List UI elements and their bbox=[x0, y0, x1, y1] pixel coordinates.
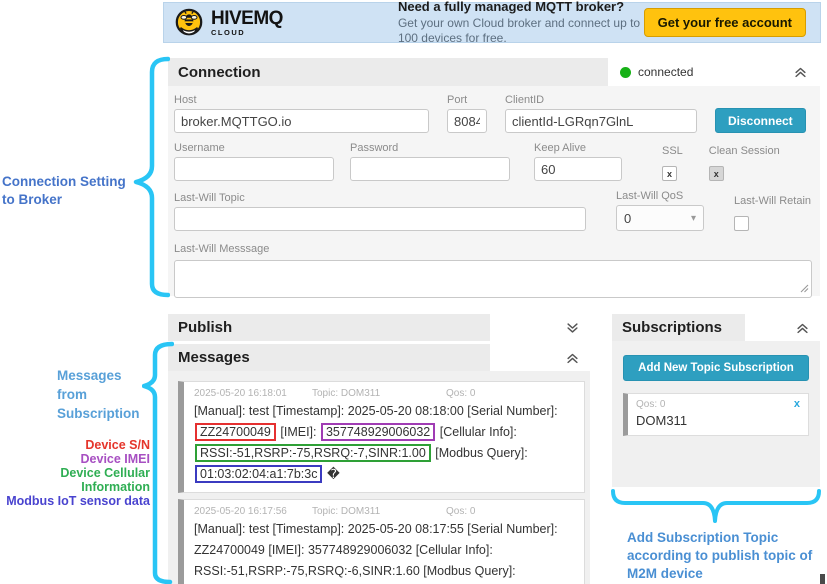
annotation-device-sn: Device S/N bbox=[0, 438, 150, 452]
banner-headline: Need a fully managed MQTT broker? bbox=[398, 0, 644, 16]
annotation-device-cellular: Device Cellular Information bbox=[0, 466, 150, 494]
connection-panel: Connection connected Host Port bbox=[168, 58, 820, 296]
message-qos: Qos: 0 bbox=[446, 388, 574, 399]
add-new-topic-subscription-button[interactable]: Add New Topic Subscription bbox=[623, 355, 809, 381]
message-timestamp: 2025-05-20 16:18:01 bbox=[194, 388, 312, 399]
last-will-message-label: Last-Will Messsage bbox=[174, 243, 269, 255]
scrollbar-artifact bbox=[820, 574, 825, 584]
keep-alive-input[interactable] bbox=[534, 157, 622, 181]
connection-status: connected bbox=[608, 58, 820, 86]
password-label: Password bbox=[350, 142, 510, 154]
connection-title: Connection bbox=[178, 64, 261, 81]
collapse-subscriptions-icon[interactable] bbox=[795, 321, 810, 335]
annotation-device-imei: Device IMEI bbox=[0, 452, 150, 466]
port-input[interactable] bbox=[447, 109, 487, 133]
clientid-input[interactable] bbox=[505, 109, 697, 133]
message-timestamp: 2025-05-20 16:17:56 bbox=[194, 506, 312, 517]
cellular-info-highlight: RSSI:-51,RSRP:-75,RSRQ:-7,SINR:1.00 bbox=[195, 444, 431, 462]
message-card: 2025-05-20 16:18:01 Topic: DOM311 Qos: 0… bbox=[178, 381, 585, 493]
last-will-qos-select[interactable]: 0 ▾ bbox=[616, 205, 704, 231]
messages-title: Messages bbox=[178, 349, 250, 366]
subscription-topic-card: Qos: 0 x DOM311 bbox=[623, 393, 809, 436]
hivemq-logo: HIVEMQ CLOUD bbox=[174, 8, 283, 38]
last-will-topic-label: Last-Will Topic bbox=[174, 192, 586, 204]
clean-session-label: Clean Session bbox=[709, 145, 780, 157]
message-segment: [Manual]: test [Timestamp]: 2025-05-20 0… bbox=[194, 404, 558, 418]
last-will-retain-label: Last-Will Retain bbox=[734, 195, 812, 207]
publish-title: Publish bbox=[178, 319, 232, 336]
subscriptions-title: Subscriptions bbox=[622, 319, 722, 336]
ssl-label: SSL bbox=[662, 145, 683, 157]
last-will-topic-input[interactable] bbox=[174, 207, 586, 231]
host-input[interactable] bbox=[174, 109, 429, 133]
subscription-qos: Qos: 0 bbox=[636, 399, 665, 410]
annotation-add-subscription-topic: Add Subscription Topic according to publ… bbox=[627, 529, 827, 583]
device-serial-highlight: ZZ24700049 bbox=[195, 423, 276, 441]
ssl-checkbox[interactable]: x bbox=[662, 166, 677, 181]
messages-panel: Messages 2025-05-20 16:18:01 Topic: DOM3… bbox=[168, 344, 590, 584]
subscription-topic-name: DOM311 bbox=[636, 413, 800, 428]
message-segment: [Cellular Info]: bbox=[440, 425, 517, 439]
remove-subscription-button[interactable]: x bbox=[794, 398, 800, 410]
password-input[interactable] bbox=[350, 157, 510, 181]
last-will-qos-label: Last-Will QoS bbox=[616, 190, 704, 202]
subscriptions-panel: Subscriptions Add New Topic Subscription… bbox=[612, 314, 820, 487]
annotation-legend: Device S/N Device IMEI Device Cellular I… bbox=[0, 438, 150, 508]
message-topic: Topic: DOM311 bbox=[312, 506, 446, 517]
modbus-data-highlight: 01:03:02:04:a1:7b:3c bbox=[195, 465, 322, 483]
subscription-brace bbox=[610, 489, 822, 529]
keep-alive-label: Keep Alive bbox=[534, 142, 622, 154]
clean-session-checkbox[interactable]: x bbox=[709, 166, 724, 181]
annotation-messages-from-subscription: Messages from Subscription bbox=[57, 366, 167, 423]
connected-status-dot bbox=[620, 67, 631, 78]
annotation-connection-setting: Connection Setting to Broker bbox=[2, 173, 142, 209]
disconnect-button[interactable]: Disconnect bbox=[715, 108, 806, 133]
last-will-qos-value: 0 bbox=[624, 211, 631, 226]
page: HIVEMQ CLOUD Need a fully managed MQTT b… bbox=[0, 0, 827, 584]
message-body: [Manual]: test [Timestamp]: 2025-05-20 0… bbox=[194, 519, 574, 584]
device-imei-highlight: 357748929006032 bbox=[321, 423, 435, 441]
expand-publish-icon[interactable] bbox=[565, 321, 580, 335]
message-topic: Topic: DOM311 bbox=[312, 388, 446, 399]
hivemq-banner: HIVEMQ CLOUD Need a fully managed MQTT b… bbox=[163, 2, 821, 43]
collapse-connection-icon[interactable] bbox=[793, 65, 808, 79]
clientid-label: ClientID bbox=[505, 94, 697, 106]
message-segment: [Modbus Query]: bbox=[435, 446, 527, 460]
last-will-retain-checkbox[interactable] bbox=[734, 216, 749, 231]
port-label: Port bbox=[447, 94, 487, 106]
brand-sub: CLOUD bbox=[211, 29, 283, 37]
message-card: 2025-05-20 16:17:56 Topic: DOM311 Qos: 0… bbox=[178, 499, 585, 584]
username-input[interactable] bbox=[174, 157, 334, 181]
bee-icon bbox=[174, 8, 204, 38]
collapse-messages-icon[interactable] bbox=[565, 351, 580, 365]
banner-subline: Get your own Cloud broker and connect up… bbox=[398, 16, 644, 46]
username-label: Username bbox=[174, 142, 334, 154]
connected-status-label: connected bbox=[638, 65, 693, 79]
publish-panel: Publish bbox=[168, 314, 590, 341]
message-body: [Manual]: test [Timestamp]: 2025-05-20 0… bbox=[194, 401, 574, 485]
annotation-modbus-sensor: Modbus IoT sensor data bbox=[0, 494, 150, 508]
message-segment: � bbox=[327, 467, 340, 481]
caret-down-icon: ▾ bbox=[691, 213, 696, 224]
message-segment: [IMEI]: bbox=[280, 425, 316, 439]
brand-name: HIVEMQ bbox=[211, 9, 283, 28]
host-label: Host bbox=[174, 94, 429, 106]
last-will-message-textarea[interactable] bbox=[174, 260, 812, 298]
message-qos: Qos: 0 bbox=[446, 506, 574, 517]
get-free-account-button[interactable]: Get your free account bbox=[644, 8, 806, 37]
